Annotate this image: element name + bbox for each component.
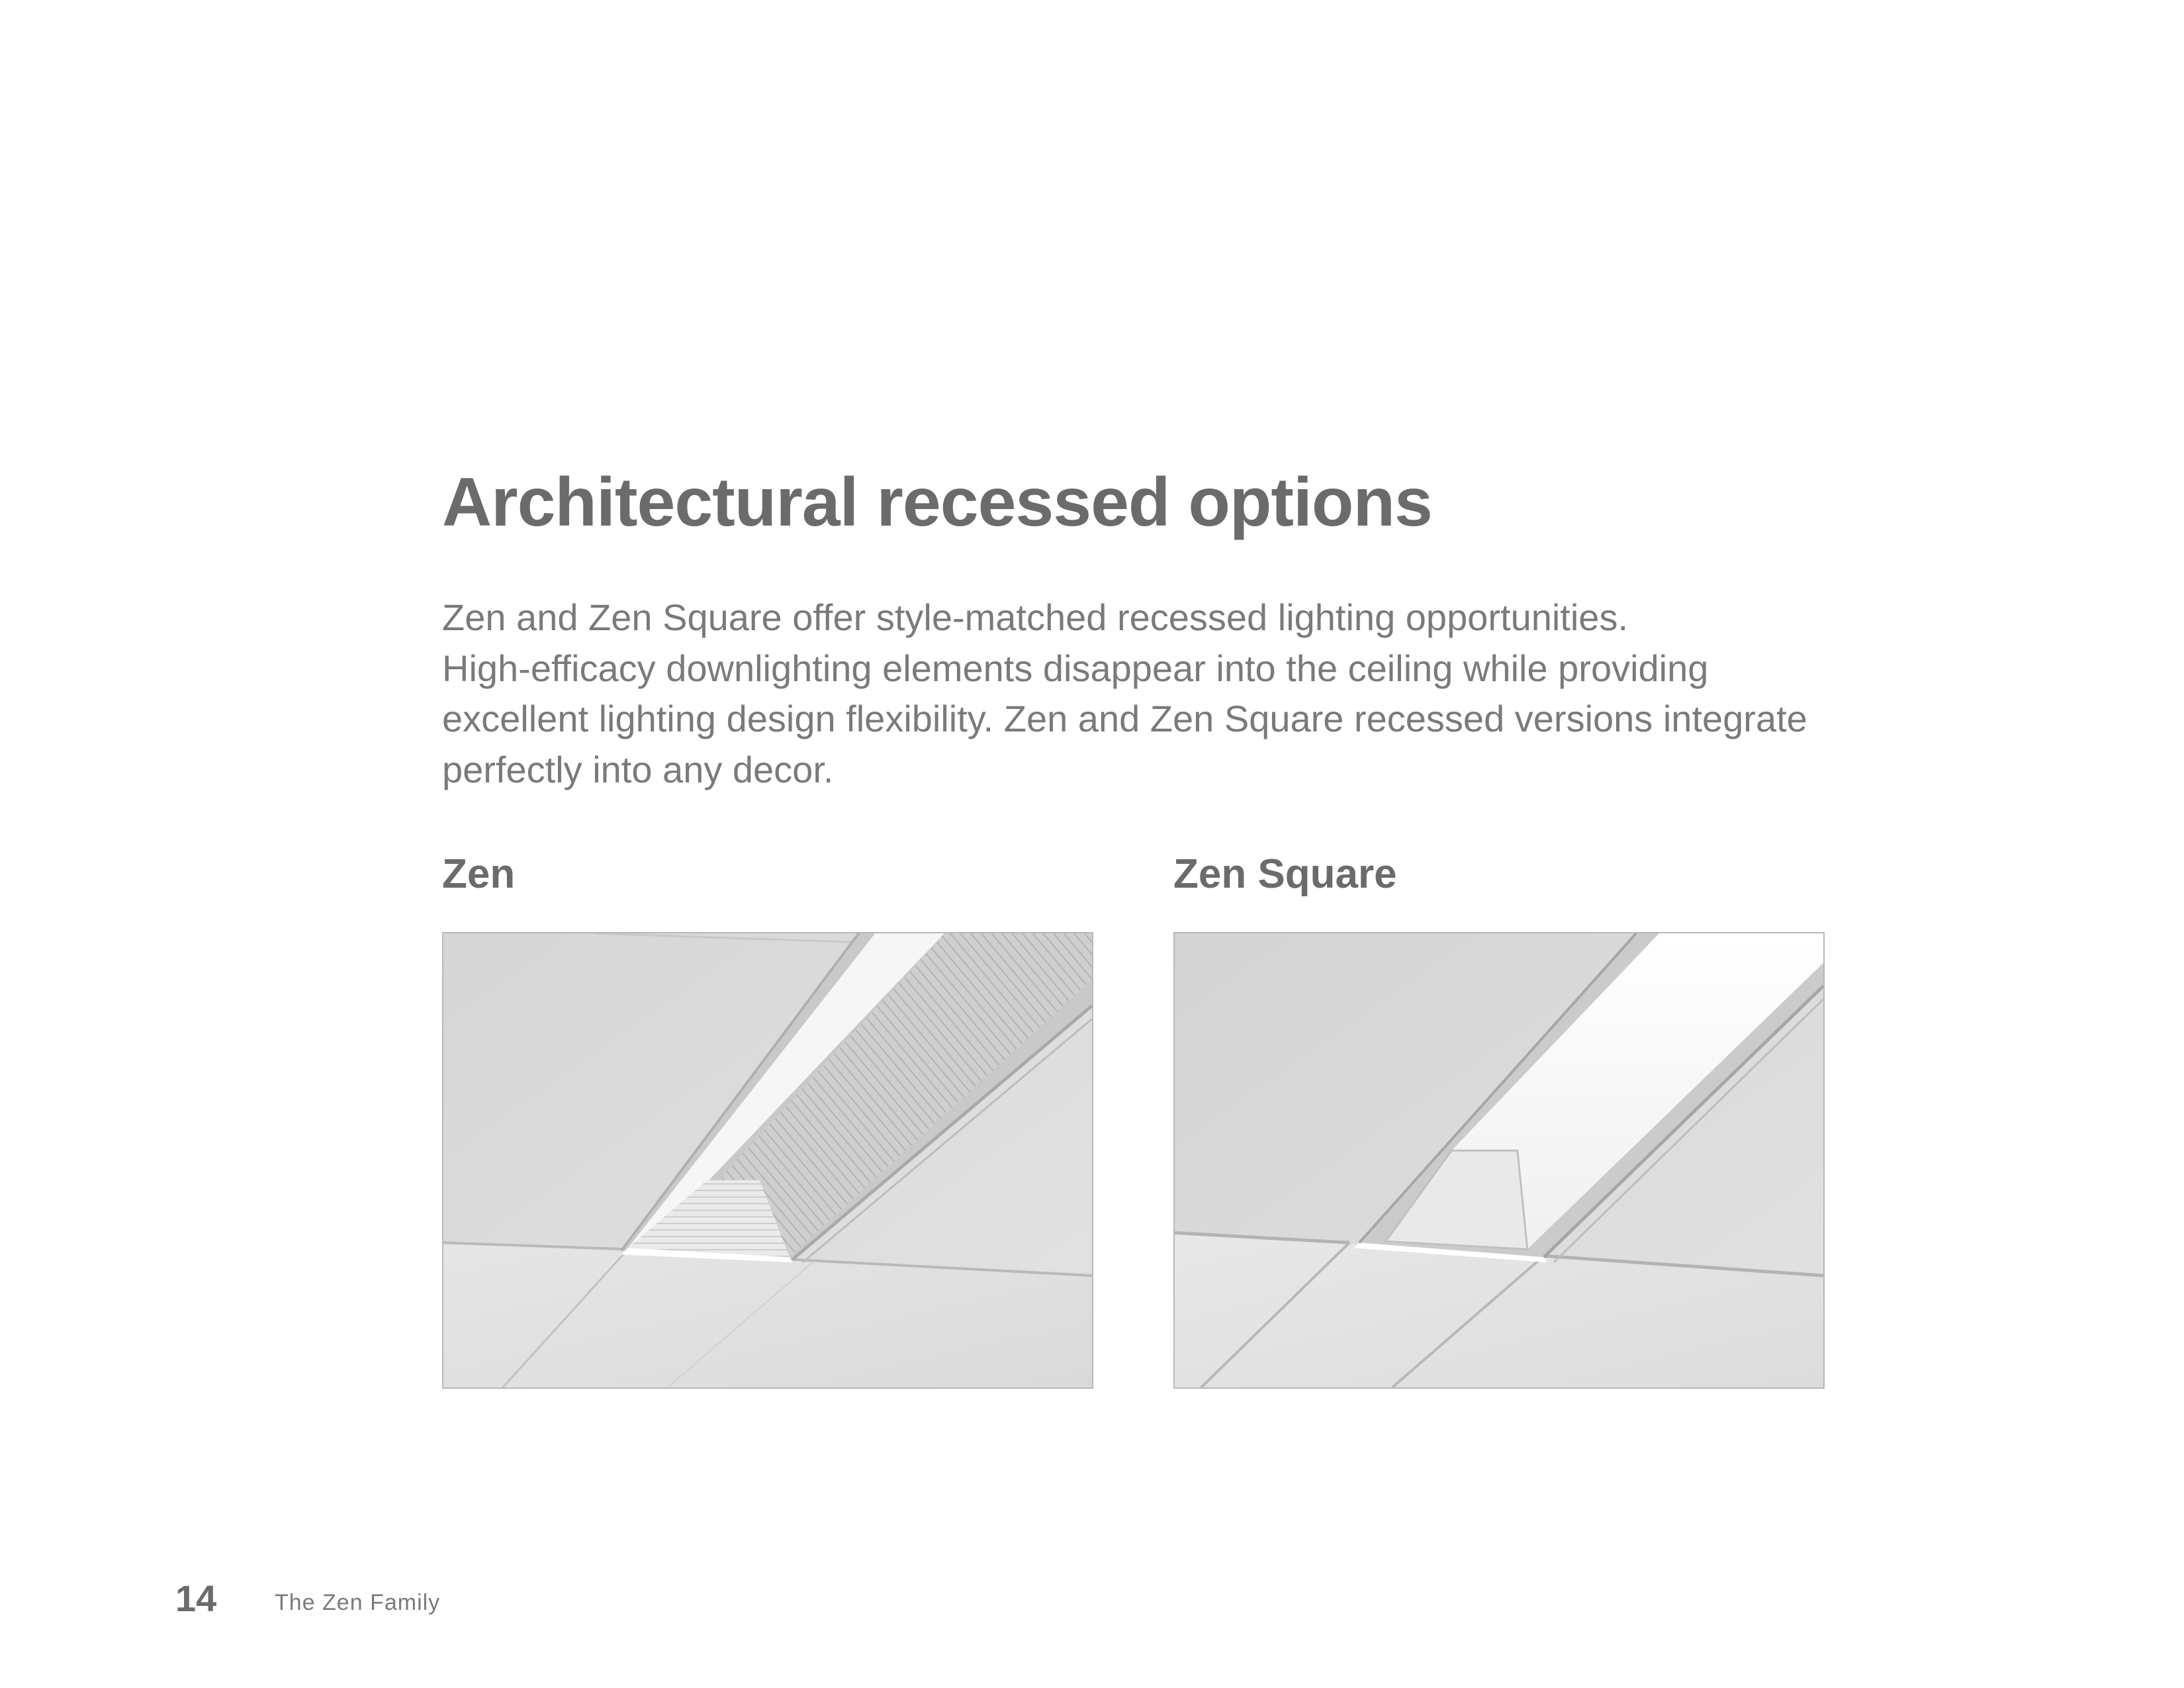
footer-section-label: The Zen Family (275, 1590, 441, 1615)
intro-line: excellent lighting design flexibility. Z… (442, 698, 1807, 739)
zen-recessed-image (442, 932, 1093, 1389)
intro-paragraph: Zen and Zen Square offer style-matched r… (442, 592, 1858, 795)
intro-line: Zen and Zen Square offer style-matched r… (442, 596, 1628, 638)
intro-line: perfectly into any decor. (442, 748, 834, 790)
page-number: 14 (175, 1577, 217, 1619)
zen-square-heading: Zen Square (1173, 851, 1397, 897)
zen-square-recessed-illustration (1175, 933, 1823, 1387)
intro-line: High-efficacy downlighting elements disa… (442, 647, 1709, 689)
zen-square-recessed-image (1173, 932, 1825, 1389)
page-title: Architectural recessed options (442, 464, 1433, 541)
zen-heading: Zen (442, 851, 516, 897)
zen-recessed-illustration (443, 933, 1092, 1387)
